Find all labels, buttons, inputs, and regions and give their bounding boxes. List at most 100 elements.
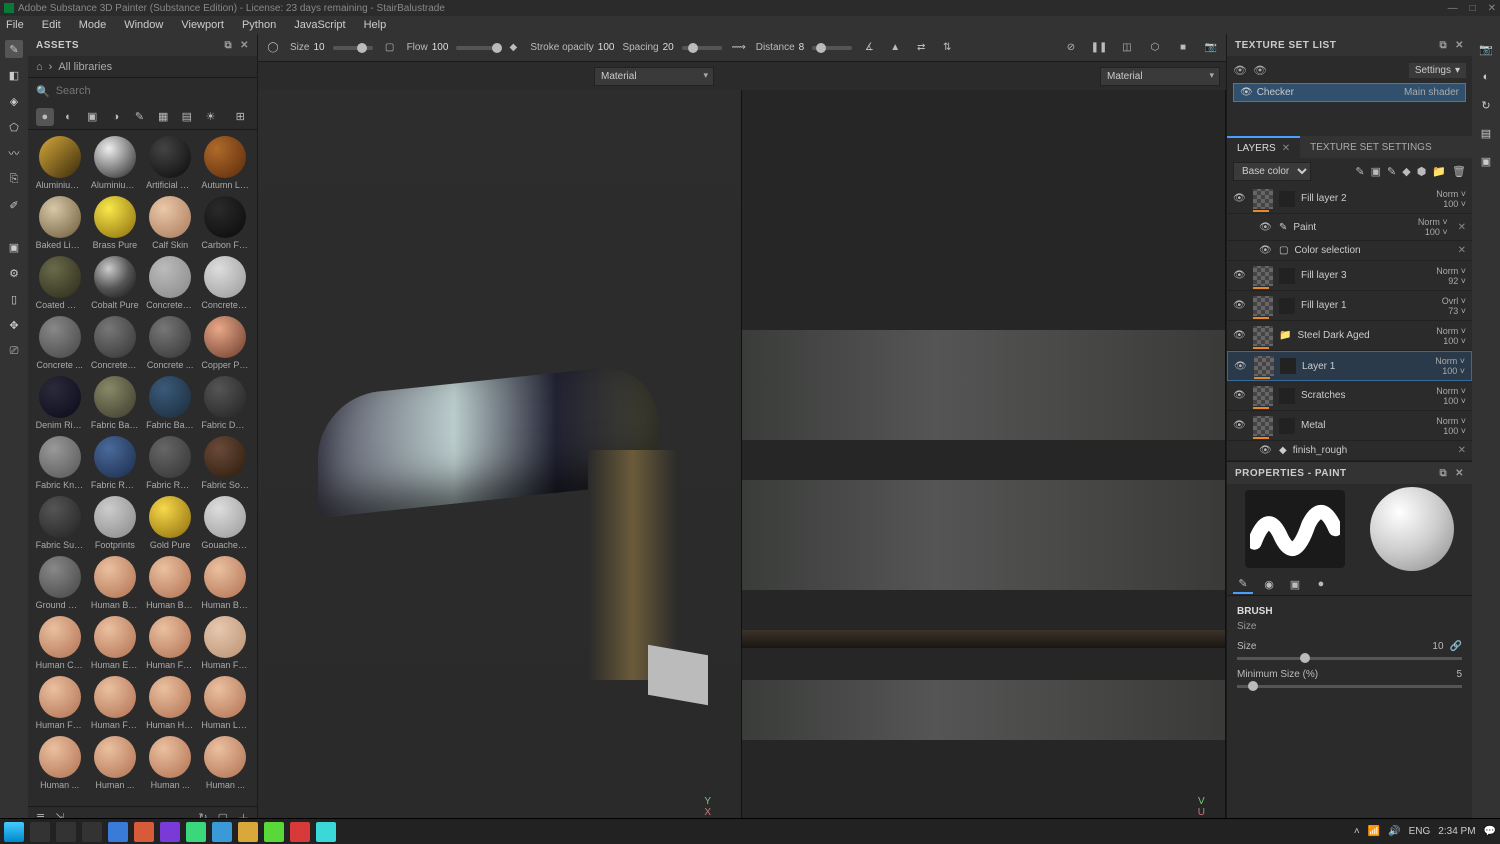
tab-texture-set-settings[interactable]: TEXTURE SET SETTINGS: [1300, 136, 1442, 158]
taskbar-app-8[interactable]: [290, 822, 310, 842]
flow-slider[interactable]: [456, 46, 496, 50]
tray-chevron-icon[interactable]: ˄: [1354, 826, 1360, 837]
asset-item[interactable]: Cobalt Pure: [89, 256, 140, 310]
asset-item[interactable]: Concrete B...: [145, 256, 196, 310]
asset-item[interactable]: Fabric Rou...: [145, 436, 196, 490]
asset-item[interactable]: Gold Pure: [145, 496, 196, 550]
measure-tool-icon[interactable]: ▯: [5, 290, 23, 308]
layer-name[interactable]: Steel Dark Aged: [1297, 330, 1430, 341]
menu-python[interactable]: Python: [242, 19, 276, 31]
filter-brushes-icon[interactable]: ✎: [131, 108, 149, 126]
symmetry-icon[interactable]: ▲: [886, 39, 904, 57]
menu-viewport[interactable]: Viewport: [181, 19, 224, 31]
asset-item[interactable]: Human He...: [145, 676, 196, 730]
brush-tab-icon[interactable]: ✎: [1233, 574, 1253, 594]
props-popout-icon[interactable]: ⧉: [1439, 468, 1447, 479]
tsl-visibility-solo-icon[interactable]: 👁: [1253, 64, 1267, 77]
material-tab-icon[interactable]: ●: [1311, 574, 1331, 594]
effect-delete-icon[interactable]: ✕: [1458, 222, 1466, 233]
window-close-icon[interactable]: ✕: [1488, 3, 1496, 14]
filter-smartmasks-icon[interactable]: ▣: [83, 108, 101, 126]
add-paint-layer-icon[interactable]: ✎: [1387, 165, 1396, 178]
filter-alphas-icon[interactable]: ▦: [154, 108, 172, 126]
delete-layer-icon[interactable]: 🗑: [1452, 165, 1466, 178]
taskbar-start-icon[interactable]: [4, 822, 24, 842]
clone-tool-icon[interactable]: ⎘: [5, 170, 23, 188]
layer-row[interactable]: 👁Fill layer 2Norm ˅100 ˅: [1227, 184, 1472, 214]
assets-breadcrumb[interactable]: ⌂ › All libraries: [28, 56, 257, 78]
asset-item[interactable]: Denim Rivet: [34, 376, 85, 430]
window-maximize-icon[interactable]: □: [1470, 3, 1476, 14]
asset-item[interactable]: Copper Pure: [200, 316, 251, 370]
filter-smartmaterials-icon[interactable]: ◐: [60, 108, 78, 126]
home-icon[interactable]: ⌂: [36, 61, 43, 73]
uv-panel-icon[interactable]: ▣: [1477, 152, 1495, 170]
layer-blend-info[interactable]: Norm ˅100 ˅: [1436, 189, 1466, 209]
taskbar-app-7[interactable]: [264, 822, 284, 842]
menu-help[interactable]: Help: [364, 19, 387, 31]
log-panel-icon[interactable]: ▤: [1477, 124, 1495, 142]
layer-visibility-icon[interactable]: 👁: [1233, 330, 1247, 341]
asset-item[interactable]: Human Bu...: [200, 556, 251, 610]
texture-set-item[interactable]: 👁 Checker Main shader: [1233, 83, 1466, 102]
tray-notifications-icon[interactable]: 💬: [1484, 826, 1496, 837]
taskbar-app-6[interactable]: [238, 822, 258, 842]
smudge-tool-icon[interactable]: 〰: [5, 144, 23, 162]
transform-tool-icon[interactable]: ✥: [5, 316, 23, 334]
projection-tool-icon[interactable]: ◈: [5, 92, 23, 110]
pause-render-icon[interactable]: ❚❚: [1090, 39, 1108, 57]
size-slider[interactable]: [333, 46, 373, 50]
distance-slider[interactable]: [812, 46, 852, 50]
assets-close-icon[interactable]: ✕: [240, 40, 249, 51]
props-close-icon[interactable]: ✕: [1455, 468, 1464, 479]
history-panel-icon[interactable]: ↻: [1477, 96, 1495, 114]
link-icon[interactable]: 🔗: [1450, 641, 1462, 652]
layer-blend-info[interactable]: Norm ˅92 ˅: [1436, 266, 1466, 286]
filter-environments-icon[interactable]: ☀: [202, 108, 220, 126]
asset-item[interactable]: Fabric Rou...: [89, 436, 140, 490]
add-fill-layer-icon[interactable]: ◆: [1402, 165, 1410, 178]
asset-item[interactable]: Human Ey...: [89, 616, 140, 670]
layer-blend-info[interactable]: Norm ˅100 ˅: [1418, 217, 1448, 237]
tray-time[interactable]: 2:34 PM: [1438, 826, 1475, 837]
asset-item[interactable]: Calf Skin: [145, 196, 196, 250]
taskbar-app-5[interactable]: [212, 822, 232, 842]
layer-visibility-icon[interactable]: 👁: [1233, 420, 1247, 431]
channel-select[interactable]: Base color: [1233, 162, 1311, 181]
tsl-close-icon[interactable]: ✕: [1455, 40, 1464, 51]
taskbar-taskview-icon[interactable]: [82, 822, 102, 842]
asset-item[interactable]: Carbon Fib...: [200, 196, 251, 250]
tsl-item-eye-icon[interactable]: 👁: [1240, 87, 1253, 98]
all-libraries-label[interactable]: All libraries: [58, 61, 112, 73]
layer-row[interactable]: 👁MetalNorm ˅100 ˅: [1227, 411, 1472, 441]
hide-ui-icon[interactable]: ⊘: [1062, 39, 1080, 57]
asset-item[interactable]: Fabric Knit...: [34, 436, 85, 490]
layer-name[interactable]: finish_rough: [1293, 445, 1448, 456]
asset-item[interactable]: Concrete ...: [34, 316, 85, 370]
layer-row[interactable]: 👁Layer 1Norm ˅100 ˅: [1227, 351, 1472, 381]
effect-delete-icon[interactable]: ✕: [1458, 445, 1466, 456]
tab-layers-close-icon[interactable]: ✕: [1282, 143, 1290, 154]
layer-row[interactable]: 👁✎PaintNorm ˅100 ˅✕: [1227, 214, 1472, 241]
brush-size-slider[interactable]: [1237, 657, 1462, 660]
crop-tool-icon[interactable]: ▣: [5, 238, 23, 256]
camera-capture-icon[interactable]: 📷: [1202, 39, 1220, 57]
layer-name[interactable]: Fill layer 3: [1301, 270, 1430, 281]
assets-search-input[interactable]: [56, 85, 249, 97]
effect-delete-icon[interactable]: ✕: [1458, 245, 1466, 256]
filter-filters-icon[interactable]: ◑: [107, 108, 125, 126]
asset-item[interactable]: Aluminium...: [34, 136, 85, 190]
viewport-3d[interactable]: Y X: [258, 90, 742, 828]
material-select-3d[interactable]: Material: [594, 67, 714, 86]
layer-name[interactable]: Paint: [1293, 222, 1411, 233]
asset-item[interactable]: Human Fe...: [200, 616, 251, 670]
filter-textures-icon[interactable]: ▤: [178, 108, 196, 126]
effect-icon[interactable]: ✎: [1355, 165, 1364, 178]
tsl-popout-icon[interactable]: ⧉: [1439, 40, 1447, 51]
asset-item[interactable]: Human Fo...: [34, 676, 85, 730]
asset-item[interactable]: Human ...: [89, 736, 140, 790]
taskbar-app-2[interactable]: [134, 822, 154, 842]
layer-row[interactable]: 👁Fill layer 1Ovrl ˅73 ˅: [1227, 291, 1472, 321]
tsl-visibility-all-icon[interactable]: 👁: [1233, 64, 1247, 77]
layer-visibility-icon[interactable]: 👁: [1233, 193, 1247, 204]
